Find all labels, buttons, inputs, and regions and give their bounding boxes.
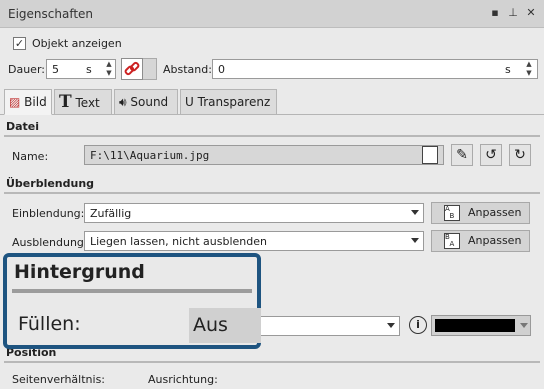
tab-bild[interactable]: ▨ Bild xyxy=(4,89,52,115)
chevron-down-icon xyxy=(520,323,528,328)
fuellen-label: Füllen: xyxy=(18,313,81,335)
open-file-icon[interactable] xyxy=(422,146,438,164)
color-swatch xyxy=(435,319,515,332)
abstand-label: Abstand: xyxy=(163,63,212,76)
transition-ba-icon: B A xyxy=(444,233,460,249)
anpassen-label: Anpassen xyxy=(468,206,522,219)
dauer-label: Dauer: xyxy=(8,63,45,76)
dauer-spinner[interactable]: ▲ ▼ xyxy=(104,60,114,80)
abstand-value: 0 xyxy=(218,63,225,76)
tab-text-label: Text xyxy=(75,96,100,110)
chevron-down-icon xyxy=(411,210,419,215)
properties-window: Eigenschaften ▪ ⊥ ✕ ✓ Objekt anzeigen Da… xyxy=(0,0,544,389)
rotate-right-icon[interactable]: ↻ xyxy=(509,144,531,166)
tab-sound[interactable]: 🔊︎ Sound xyxy=(114,89,178,115)
section-ueberblendung: Überblendung xyxy=(6,177,95,190)
anpassen-label: Anpassen xyxy=(468,234,522,247)
color-picker[interactable] xyxy=(431,315,531,336)
transition-ab-icon: A B xyxy=(444,205,460,221)
ausrichtung-label: Ausrichtung: xyxy=(148,373,218,386)
section-hintergrund: Hintergrund xyxy=(14,261,145,283)
tab-transparenz[interactable]: ᑌ Transparenz xyxy=(180,89,277,115)
edit-pencil-icon[interactable]: ✎ xyxy=(451,144,473,166)
filename-field[interactable]: F:\11\Aquarium.jpg xyxy=(84,145,444,165)
magnet-icon: ᑌ xyxy=(185,95,194,109)
divider xyxy=(4,361,540,363)
dauer-unit: s xyxy=(86,63,92,76)
fuellen-value: Aus xyxy=(193,314,228,336)
title-bar: Eigenschaften ▪ ⊥ ✕ xyxy=(0,0,544,28)
section-datei: Datei xyxy=(6,120,40,133)
link-dropdown-button[interactable] xyxy=(143,58,157,80)
chain-link-icon xyxy=(124,61,140,76)
image-icon: ▨ xyxy=(9,95,21,109)
einblendung-value: Zufällig xyxy=(90,207,132,220)
ausblendung-value: Liegen lassen, nicht ausblenden xyxy=(90,235,267,248)
pin-icon[interactable]: ⊥ xyxy=(506,6,520,20)
tab-text[interactable]: T Text xyxy=(54,89,112,115)
text-icon: T xyxy=(59,92,72,112)
divider xyxy=(4,192,540,194)
tab-sound-label: Sound xyxy=(130,95,169,109)
seitenverhaeltnis-label: Seitenverhältnis: xyxy=(12,373,106,386)
abstand-unit: s xyxy=(505,63,511,76)
ausblendung-dropdown[interactable]: Liegen lassen, nicht ausblenden xyxy=(84,231,424,251)
fuellen-value-field[interactable]: Aus xyxy=(189,308,261,343)
tab-bild-label: Bild xyxy=(24,95,47,109)
divider xyxy=(4,135,540,137)
chevron-down-icon xyxy=(387,323,395,328)
einblendung-label: Einblendung: xyxy=(12,207,85,220)
zoom-callout: Hintergrund Füllen: Aus xyxy=(3,253,261,349)
info-icon[interactable]: i xyxy=(409,316,427,334)
dauer-value: 5 xyxy=(52,63,59,76)
ausblendung-label: Ausblendung: xyxy=(12,236,88,249)
anpassen-ausblendung-button[interactable]: B A Anpassen xyxy=(431,230,530,252)
abstand-spinner[interactable]: ▲ ▼ xyxy=(524,60,534,80)
name-label: Name: xyxy=(12,150,49,163)
show-object-checkbox[interactable]: ✓ xyxy=(13,37,26,50)
float-window-button[interactable]: ▪ xyxy=(488,6,502,20)
tab-transparenz-label: Transparenz xyxy=(197,95,271,109)
divider xyxy=(12,289,252,293)
fuellen-dropdown[interactable] xyxy=(250,316,400,336)
speaker-icon: 🔊︎ xyxy=(119,95,127,109)
window-title: Eigenschaften xyxy=(8,7,94,21)
show-object-label: Objekt anzeigen xyxy=(32,37,122,50)
abstand-input[interactable]: 0 xyxy=(212,59,538,79)
close-icon[interactable]: ✕ xyxy=(524,6,538,20)
rotate-left-icon[interactable]: ↺ xyxy=(480,144,502,166)
chevron-down-icon xyxy=(411,238,419,243)
einblendung-dropdown[interactable]: Zufällig xyxy=(84,203,424,223)
link-toggle-button[interactable] xyxy=(121,58,143,80)
filename-value: F:\11\Aquarium.jpg xyxy=(90,149,210,162)
anpassen-einblendung-button[interactable]: A B Anpassen xyxy=(431,202,530,224)
